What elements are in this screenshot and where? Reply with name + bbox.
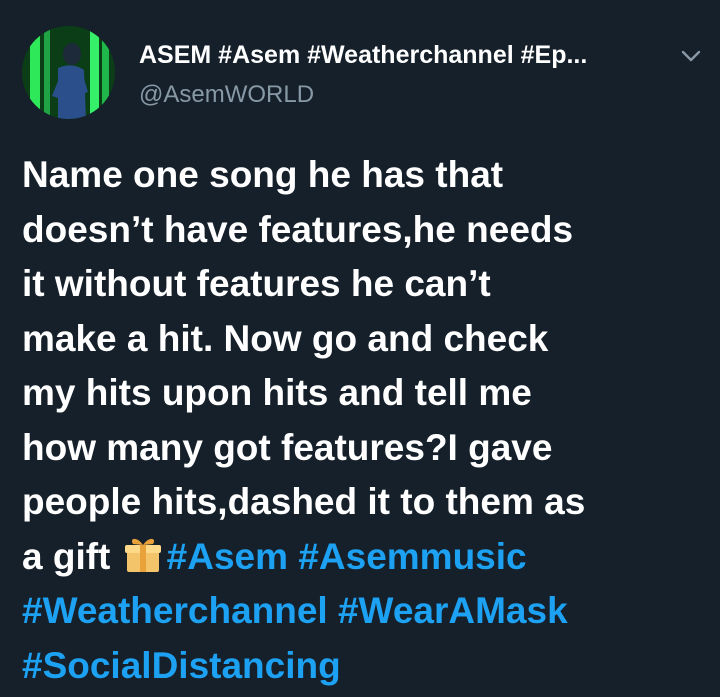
tweet-card: ASEM #Asem #Weatherchannel #Ep... @AsemW… [0, 0, 720, 697]
tweet-text-line: Name one song he has that [22, 154, 504, 195]
tweet-text: Name one song he has that doesn’t have f… [22, 148, 712, 693]
avatar-image [22, 26, 115, 119]
hashtag-link[interactable]: #Asem [167, 536, 288, 577]
tweet-header: ASEM #Asem #Weatherchannel #Ep... @AsemW… [22, 26, 720, 122]
tweet-text-line: #SocialDistancing [22, 639, 712, 694]
hashtag-link[interactable]: #WearAMask [338, 590, 568, 631]
avatar[interactable] [22, 26, 115, 119]
tweet-text-line: how many got features?I gave [22, 426, 553, 468]
tweet-text-line: people hits,dashed it to them as [22, 481, 586, 522]
hashtag-link[interactable]: #Weatherchannel [22, 590, 328, 631]
user-handle[interactable]: @AsemWORLD [139, 80, 679, 110]
gift-icon [124, 538, 161, 572]
tweet-text-line: make a hit. Now go and check [22, 317, 549, 359]
tweet-text-line: it without features he can’t [22, 263, 491, 304]
hashtag-link[interactable]: #Asemmusic [298, 536, 526, 577]
tweet-text-fragment: a gift [22, 535, 121, 577]
tweet-text-line: my hits upon hits and tell me [22, 372, 532, 413]
tweet-author: ASEM #Asem #Weatherchannel #Ep... @AsemW… [139, 40, 679, 110]
display-name[interactable]: ASEM #Asem #Weatherchannel #Ep... [139, 40, 679, 70]
chevron-down-icon[interactable] [679, 46, 703, 66]
hashtag-link[interactable]: #SocialDistancing [22, 645, 341, 686]
tweet-text-line: #Weatherchannel #WearAMask [22, 584, 712, 639]
tweet-text-line-last: a gift #Asem #Asemmusic [22, 530, 712, 585]
tweet-text-line: doesn’t have features,he needs [22, 208, 574, 250]
